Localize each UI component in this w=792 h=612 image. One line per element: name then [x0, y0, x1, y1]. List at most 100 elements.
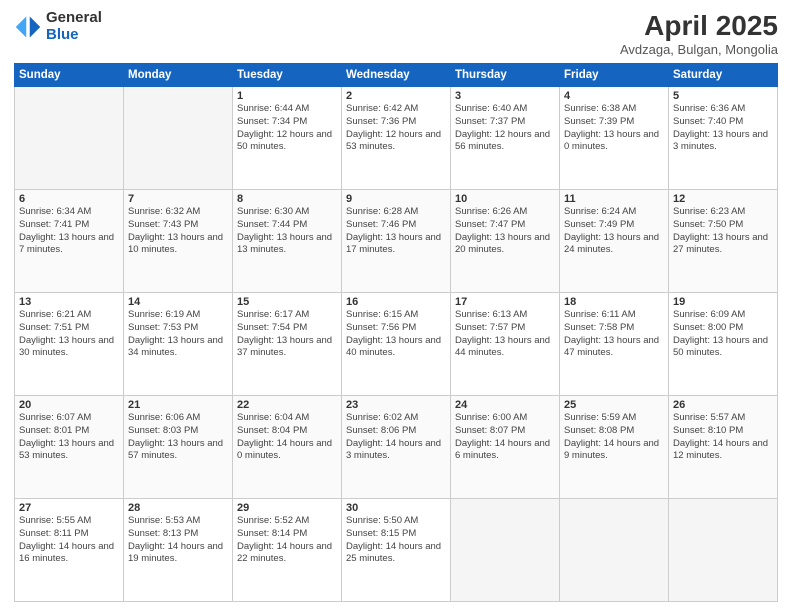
calendar-day-cell: 27Sunrise: 5:55 AMSunset: 8:11 PMDayligh…	[15, 499, 124, 602]
day-daylight: Daylight: 13 hours and 57 minutes.	[128, 438, 223, 462]
day-sunrise: Sunrise: 6:28 AM	[346, 206, 418, 217]
calendar-week-row: 20Sunrise: 6:07 AM Sunset: 8:01 PM Dayligh…	[15, 396, 778, 499]
calendar-day-cell: 15Sunrise: 6:17 AMSunset: 7:54 PMDayligh…	[233, 293, 342, 396]
day-sunset: Sunset: 7:57 PM	[455, 322, 525, 333]
day-number: 27	[19, 502, 119, 514]
day-number: 6	[19, 193, 119, 205]
title-block: April 2025 Avdzaga, Bulgan, Mongolia	[620, 10, 778, 57]
day-sunrise: Sunrise: 6:07 AM	[19, 412, 91, 423]
calendar-day-cell: 22Sunrise: 6:04 AMSunset: 8:04 PMDayligh…	[233, 396, 342, 499]
calendar-day-cell: 10Sunrise: 6:26 AMSunset: 7:47 PMDayligh…	[451, 190, 560, 293]
day-number: 9	[346, 193, 446, 205]
day-number: 20	[19, 399, 119, 411]
calendar-day-cell: 14Sunrise: 6:19 AMSunset: 7:53 PMDayligh…	[124, 293, 233, 396]
day-sunrise: Sunrise: 5:52 AM	[237, 515, 309, 526]
day-sunset: Sunset: 8:04 PM	[237, 425, 307, 436]
day-sunset: Sunset: 7:58 PM	[564, 322, 634, 333]
day-number: 21	[128, 399, 228, 411]
day-daylight: Daylight: 14 hours and 0 minutes.	[237, 438, 332, 462]
day-daylight: Daylight: 13 hours and 24 minutes.	[564, 232, 659, 256]
col-friday: Friday	[560, 64, 669, 87]
month-title: April 2025	[620, 10, 778, 42]
day-sunrise: Sunrise: 6:19 AM	[128, 309, 200, 320]
day-sunset: Sunset: 7:34 PM	[237, 116, 307, 127]
day-sunrise: Sunrise: 6:09 AM	[673, 309, 745, 320]
day-number: 13	[19, 296, 119, 308]
calendar-week-row: 1Sunrise: 6:44 AMSunset: 7:34 PMDaylight…	[15, 87, 778, 190]
col-sunday: Sunday	[15, 64, 124, 87]
day-daylight: Daylight: 14 hours and 6 minutes.	[455, 438, 550, 462]
day-sunrise: Sunrise: 6:15 AM	[346, 309, 418, 320]
calendar-day-cell: 30Sunrise: 5:50 AMSunset: 8:15 PMDayligh…	[342, 499, 451, 602]
day-sunset: Sunset: 8:10 PM	[673, 425, 743, 436]
day-number: 19	[673, 296, 773, 308]
calendar-day-cell: 28Sunrise: 5:53 AMSunset: 8:13 PMDayligh…	[124, 499, 233, 602]
calendar-day-cell: 12Sunrise: 6:23 AMSunset: 7:50 PMDayligh…	[669, 190, 778, 293]
calendar-day-cell	[560, 499, 669, 602]
col-tuesday: Tuesday	[233, 64, 342, 87]
page: General Blue April 2025 Avdzaga, Bulgan,…	[0, 0, 792, 612]
day-sunset: Sunset: 8:01 PM	[19, 425, 89, 436]
day-sunrise: Sunrise: 6:30 AM	[237, 206, 309, 217]
day-number: 16	[346, 296, 446, 308]
day-sunrise: Sunrise: 6:06 AM	[128, 412, 200, 423]
calendar-day-cell: 20Sunrise: 6:07 AMSunset: 8:01 PMDayligh…	[15, 396, 124, 499]
day-number: 10	[455, 193, 555, 205]
day-sunrise: Sunrise: 6:13 AM	[455, 309, 527, 320]
day-sunrise: Sunrise: 6:23 AM	[673, 206, 745, 217]
day-number: 2	[346, 90, 446, 102]
day-sunset: Sunset: 7:54 PM	[237, 322, 307, 333]
day-sunset: Sunset: 7:53 PM	[128, 322, 198, 333]
day-sunrise: Sunrise: 6:36 AM	[673, 103, 745, 114]
day-sunrise: Sunrise: 6:40 AM	[455, 103, 527, 114]
day-sunrise: Sunrise: 5:55 AM	[19, 515, 91, 526]
day-sunset: Sunset: 8:11 PM	[19, 528, 89, 539]
day-number: 28	[128, 502, 228, 514]
day-sunrise: Sunrise: 6:26 AM	[455, 206, 527, 217]
day-sunrise: Sunrise: 6:02 AM	[346, 412, 418, 423]
calendar-day-cell: 13Sunrise: 6:21 AMSunset: 7:51 PMDayligh…	[15, 293, 124, 396]
day-sunset: Sunset: 8:14 PM	[237, 528, 307, 539]
day-number: 24	[455, 399, 555, 411]
day-daylight: Daylight: 14 hours and 19 minutes.	[128, 541, 223, 565]
day-sunrise: Sunrise: 6:34 AM	[19, 206, 91, 217]
day-number: 22	[237, 399, 337, 411]
day-daylight: Daylight: 13 hours and 3 minutes.	[673, 129, 768, 153]
calendar-week-row: 13Sunrise: 6:21 AM Sunset: 7:51 PM Dayligh…	[15, 293, 778, 396]
calendar-day-cell: 3Sunrise: 6:40 AMSunset: 7:37 PMDaylight…	[451, 87, 560, 190]
day-number: 3	[455, 90, 555, 102]
day-daylight: Daylight: 13 hours and 37 minutes.	[237, 335, 332, 359]
day-daylight: Daylight: 14 hours and 9 minutes.	[564, 438, 659, 462]
day-sunset: Sunset: 7:44 PM	[237, 219, 307, 230]
logo: General Blue	[14, 10, 102, 43]
calendar-day-cell: 19Sunrise: 6:09 AMSunset: 8:00 PMDayligh…	[669, 293, 778, 396]
day-sunset: Sunset: 7:51 PM	[19, 322, 89, 333]
calendar-day-cell: 17Sunrise: 6:13 AMSunset: 7:57 PMDayligh…	[451, 293, 560, 396]
day-sunrise: Sunrise: 6:21 AM	[19, 309, 91, 320]
day-sunset: Sunset: 8:03 PM	[128, 425, 198, 436]
day-number: 8	[237, 193, 337, 205]
day-sunset: Sunset: 7:56 PM	[346, 322, 416, 333]
day-sunrise: Sunrise: 6:24 AM	[564, 206, 636, 217]
day-number: 29	[237, 502, 337, 514]
day-sunrise: Sunrise: 6:38 AM	[564, 103, 636, 114]
day-daylight: Daylight: 13 hours and 50 minutes.	[673, 335, 768, 359]
day-daylight: Daylight: 13 hours and 7 minutes.	[19, 232, 114, 256]
day-daylight: Daylight: 14 hours and 3 minutes.	[346, 438, 441, 462]
day-number: 1	[237, 90, 337, 102]
calendar-day-cell: 6Sunrise: 6:34 AMSunset: 7:41 PMDaylight…	[15, 190, 124, 293]
col-monday: Monday	[124, 64, 233, 87]
day-daylight: Daylight: 13 hours and 34 minutes.	[128, 335, 223, 359]
logo-text: General Blue	[46, 10, 102, 43]
logo-blue: Blue	[46, 27, 102, 44]
day-sunrise: Sunrise: 6:17 AM	[237, 309, 309, 320]
calendar-day-cell: 18Sunrise: 6:11 AMSunset: 7:58 PMDayligh…	[560, 293, 669, 396]
day-daylight: Daylight: 13 hours and 47 minutes.	[564, 335, 659, 359]
calendar-day-cell: 8Sunrise: 6:30 AMSunset: 7:44 PMDaylight…	[233, 190, 342, 293]
calendar-week-row: 27Sunrise: 5:55 AM Sunset: 8:11 PM Dayligh…	[15, 499, 778, 602]
day-daylight: Daylight: 13 hours and 0 minutes.	[564, 129, 659, 153]
day-sunrise: Sunrise: 6:42 AM	[346, 103, 418, 114]
calendar-day-cell: 11Sunrise: 6:24 AMSunset: 7:49 PMDayligh…	[560, 190, 669, 293]
day-sunset: Sunset: 7:43 PM	[128, 219, 198, 230]
day-daylight: Daylight: 13 hours and 17 minutes.	[346, 232, 441, 256]
